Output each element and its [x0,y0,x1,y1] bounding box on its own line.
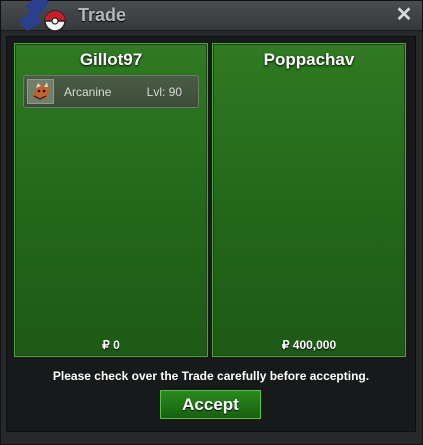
money-right: ₽ 400,000 [281,338,337,352]
item-level: Lvl: 90 [146,85,182,99]
title-bar[interactable]: Trade ✕ [1,0,422,32]
trader-name-right: Poppachav [263,50,355,69]
trade-panel-right: Poppachav ₽ 400,000 [212,43,406,357]
window-title: Trade [78,5,127,25]
accept-button[interactable]: Accept [160,390,261,419]
close-icon: ✕ [395,4,413,26]
trader-name-left: Gillot97 [79,50,143,69]
trade-notice: Please check over the Trade carefully be… [52,369,370,383]
trade-panel-left: Gillot97 Arcanine Lvl: 90 ₽ 0 [14,43,208,357]
trade-item-arcanine[interactable]: Arcanine Lvl: 90 [23,75,199,108]
pokeball-logo-icon [19,0,66,32]
trade-content: Gillot97 Arcanine Lvl: 90 ₽ 0 Poppachav … [6,36,416,432]
trade-window: Trade ✕ Gillot97 Arcanine Lvl: 90 ₽ 0 Po… [0,0,423,445]
arcanine-icon [27,79,54,104]
item-name: Arcanine [64,85,112,99]
money-left: ₽ 0 [102,338,120,352]
close-button[interactable]: ✕ [394,5,414,25]
